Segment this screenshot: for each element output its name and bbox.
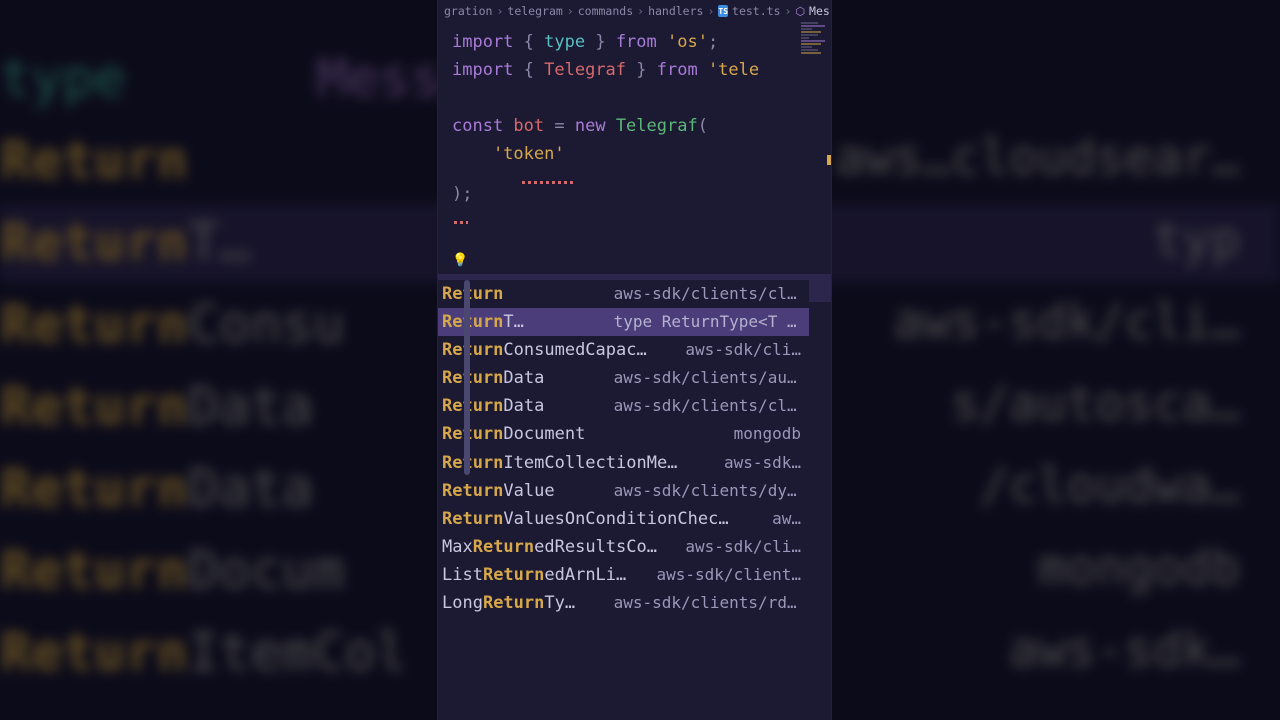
suggest-source: aws-sdk/clients/rds…: [604, 590, 801, 617]
symbol-icon: ⬡: [795, 5, 805, 18]
suggest-item[interactable]: MaxReturnedResultsCo… aws-sdk/cli…: [438, 533, 809, 561]
chevron-right-icon: ›: [567, 4, 574, 18]
suggest-item[interactable]: ReturnData aws-sdk/clients/autosca…: [438, 364, 809, 392]
crumb-file[interactable]: test.ts: [732, 4, 780, 18]
suggest-item[interactable]: ReturnData aws-sdk/clients/cloudwa…: [438, 392, 809, 420]
suggest-label: ReturnValuesOnConditionChec…: [442, 505, 729, 533]
crumb[interactable]: telegram: [507, 4, 562, 18]
crumb[interactable]: commands: [578, 4, 633, 18]
suggest-item[interactable]: ReturnValuesOnConditionChec… aw…: [438, 505, 809, 533]
crumb[interactable]: gration: [444, 4, 492, 18]
suggest-label: ReturnT…: [442, 308, 524, 336]
suggest-label: LongReturnTy…: [442, 589, 575, 617]
code-line[interactable]: import { Telegraf } from 'tele: [438, 56, 831, 84]
code-line[interactable]: const bot = new Telegraf(: [438, 112, 831, 140]
code-line[interactable]: [438, 220, 831, 248]
suggest-item[interactable]: ListReturnedArnLi… aws-sdk/client…: [438, 561, 809, 589]
suggest-source: aws-sdk/clients/cloudwa…: [604, 393, 801, 420]
suggest-item[interactable]: ReturnDocumentmongodb: [438, 420, 809, 448]
suggest-source: aws-sdk/clients/cloudsear…: [604, 281, 801, 308]
chevron-right-icon: ›: [785, 4, 792, 18]
suggest-label: ReturnData: [442, 392, 544, 420]
crumb-symbol[interactable]: Message: [809, 4, 831, 18]
lightbulb-icon[interactable]: 💡: [438, 248, 831, 273]
suggest-widget[interactable]: Returnaws-sdk/clients/cloudsear…ReturnT……: [438, 280, 809, 617]
chevron-right-icon: ›: [637, 4, 644, 18]
typescript-file-icon: TS: [718, 5, 728, 17]
suggest-source: mongodb: [724, 421, 801, 448]
breadcrumb[interactable]: gration › telegram › commands › handlers…: [438, 0, 831, 22]
suggest-item[interactable]: ReturnValue aws-sdk/clients/dynamo…: [438, 477, 809, 505]
suggest-source: aws-sdk/clients/dynamo…: [604, 478, 801, 505]
suggest-label: ReturnData: [442, 364, 544, 392]
suggest-label: ReturnValue: [442, 477, 555, 505]
code-line[interactable]: import { type } from 'os';: [438, 28, 831, 56]
code-line[interactable]: [438, 84, 831, 112]
code-editor[interactable]: import { type } from 'os'; import { Tele…: [438, 22, 831, 302]
suggest-item[interactable]: LongReturnTy… aws-sdk/clients/rds…: [438, 589, 809, 617]
chevron-right-icon: ›: [496, 4, 503, 18]
chevron-right-icon: ›: [707, 4, 714, 18]
suggest-source: aws-sdk/clients/autosca…: [604, 365, 801, 392]
suggest-label: ListReturnedArnLi…: [442, 561, 626, 589]
suggest-label: ReturnItemCollectionMe…: [442, 449, 677, 477]
suggest-label: MaxReturnedResultsCo…: [442, 533, 657, 561]
suggest-source: aws-sdk/cli…: [675, 534, 801, 561]
suggest-source: type ReturnType<T extends…: [604, 309, 801, 336]
suggest-item[interactable]: Return aws-sdk/clients/cloudsear…: [438, 280, 809, 308]
suggest-item[interactable]: ReturnT… type ReturnType<T extends…: [438, 308, 809, 336]
suggest-source: aws-sdk/client…: [647, 562, 802, 589]
suggest-label: Return: [442, 280, 503, 308]
suggest-source: aw…: [762, 506, 801, 533]
suggest-item[interactable]: ReturnItemCollectionMe… aws-sdk…: [438, 449, 809, 477]
suggest-label: ReturnConsumedCapac…: [442, 336, 647, 364]
suggest-source: aws-sdk…: [714, 450, 801, 477]
scrollbar-thumb[interactable]: [464, 280, 470, 475]
suggest-item[interactable]: ReturnConsumedCapac… aws-sdk/cli…: [438, 336, 809, 364]
suggest-source: aws-sdk/cli…: [675, 337, 801, 364]
crumb[interactable]: handlers: [648, 4, 703, 18]
